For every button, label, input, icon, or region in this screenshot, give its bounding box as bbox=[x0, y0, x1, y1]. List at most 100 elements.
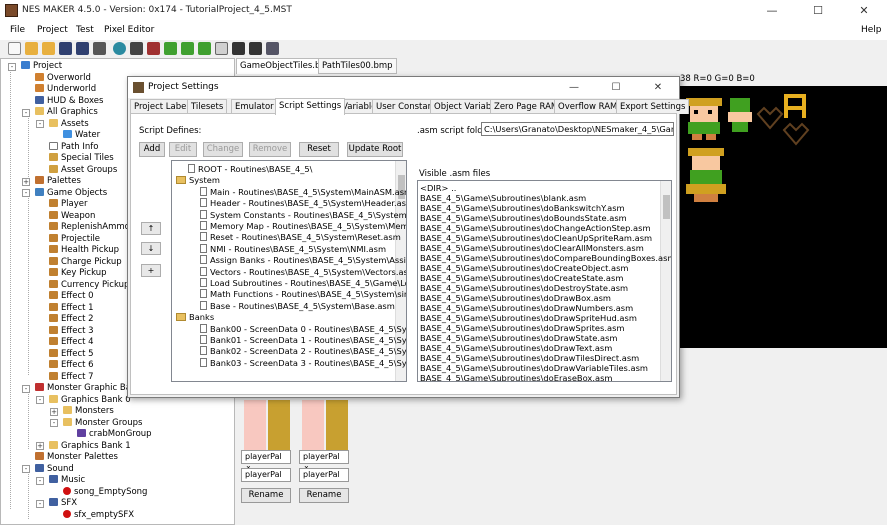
asm-file-item[interactable]: BASE_4_5\Game\Subroutines\doClearAllMons… bbox=[420, 243, 644, 253]
palette-name-2[interactable]: playerPal bbox=[299, 468, 349, 482]
green-tool2-icon[interactable] bbox=[181, 42, 194, 55]
tree-item[interactable]: Asset Groups bbox=[49, 164, 117, 176]
tree-item[interactable]: Health Pickup bbox=[49, 245, 119, 256]
script-entry[interactable]: Load Subroutines - Routines\BASE_4_5\Gam… bbox=[200, 278, 406, 289]
tab-emulator[interactable]: Emulator bbox=[231, 99, 278, 114]
tree-item[interactable]: Effect 6 bbox=[49, 360, 94, 371]
maximize-button[interactable]: ☐ bbox=[795, 0, 841, 22]
move-down-button[interactable]: ↓ bbox=[141, 242, 161, 255]
asm-file-item[interactable]: BASE_4_5\Game\Subroutines\doDrawNumbers.… bbox=[420, 303, 633, 313]
tree-expander[interactable]: - bbox=[8, 62, 16, 71]
tree-item[interactable]: Effect 7 bbox=[49, 371, 94, 383]
tree-item[interactable]: Effect 0 bbox=[49, 291, 94, 302]
rename-button-2[interactable]: Rename bbox=[299, 488, 349, 503]
tree-item[interactable]: Graphics Bank 0 bbox=[49, 394, 131, 406]
tree-item[interactable]: Effect 4 bbox=[49, 337, 94, 348]
script-entry[interactable]: Bank01 - ScreenData 1 - Routines\BASE_4_… bbox=[200, 335, 406, 346]
asm-file-item[interactable]: BASE_4_5\Game\Subroutines\doDrawState.as… bbox=[420, 333, 618, 343]
tree-expander[interactable]: + bbox=[36, 442, 44, 450]
script-entry[interactable]: Main - Routines\BASE_4_5\System\MainASM.… bbox=[200, 186, 406, 198]
tree-item[interactable]: crabMonGroup bbox=[77, 429, 152, 440]
world-icon[interactable] bbox=[113, 42, 126, 55]
menu-help[interactable]: Help bbox=[861, 25, 882, 35]
asm-file-item[interactable]: BASE_4_5\Game\Subroutines\doBoundsState.… bbox=[420, 213, 627, 223]
menu-pixel-editor[interactable]: Pixel Editor bbox=[104, 25, 154, 35]
tab-pathtiles[interactable]: PathTiles00.bmp bbox=[318, 58, 397, 74]
tree-item[interactable]: Key Pickup bbox=[49, 268, 107, 279]
tree-expander[interactable]: - bbox=[36, 396, 44, 404]
script-entry[interactable]: Base - Routines\BASE_4_5\System\Base.asm bbox=[200, 300, 395, 312]
tree-item[interactable]: Effect 1 bbox=[49, 302, 94, 314]
tree-item[interactable]: Monster Groups bbox=[63, 417, 142, 429]
edit-button[interactable]: Edit bbox=[169, 142, 197, 157]
tree-item[interactable]: HUD & Boxes bbox=[35, 95, 103, 107]
tree-item[interactable]: Charge Pickup bbox=[49, 256, 122, 268]
script-entry[interactable]: NMI - Routines\BASE_4_5\System\NMI.asm bbox=[200, 243, 386, 255]
script-folder[interactable]: System bbox=[176, 175, 220, 186]
tree-expander[interactable]: - bbox=[36, 476, 44, 485]
tab-script-settings[interactable]: Script Settings bbox=[275, 98, 346, 115]
change-button[interactable]: Change bbox=[203, 142, 243, 157]
open-icon[interactable] bbox=[25, 42, 38, 55]
chip-icon[interactable] bbox=[130, 42, 143, 55]
asm-file-item[interactable]: BASE_4_5\Game\Subroutines\doCompareBound… bbox=[420, 253, 671, 263]
asm-file-item[interactable]: BASE_4_5\Game\Subroutines\blank.asm bbox=[420, 193, 586, 203]
asm-file-item[interactable]: BASE_4_5\Game\Subroutines\doEraseBox.asm bbox=[420, 373, 612, 381]
tree-item[interactable]: SFX bbox=[49, 498, 77, 509]
add-child-button[interactable]: + bbox=[141, 264, 161, 277]
tree-expander[interactable]: + bbox=[22, 177, 30, 186]
tree-item[interactable]: ReplenishAmmo bbox=[49, 222, 130, 233]
tree-item[interactable]: Path Info bbox=[49, 141, 98, 153]
asm-file-item[interactable]: BASE_4_5\Game\Subroutines\doDrawVariable… bbox=[420, 363, 648, 373]
palette-select-2[interactable]: playerPal ⌄ bbox=[299, 450, 349, 470]
tab-tilesets[interactable]: Tilesets bbox=[187, 99, 228, 114]
update-root-button[interactable]: Update Root bbox=[347, 142, 403, 157]
asm-file-item[interactable]: <DIR> .. bbox=[420, 183, 456, 193]
tree-item[interactable]: Monster Palettes bbox=[35, 452, 118, 463]
tree-item[interactable]: sfx_emptySFX bbox=[63, 509, 134, 521]
tree-item[interactable]: Music bbox=[49, 475, 85, 486]
save-all-icon[interactable] bbox=[76, 42, 89, 55]
script-entry[interactable]: Reset - Routines\BASE_4_5\System\Reset.a… bbox=[200, 232, 401, 243]
tree-item[interactable]: Water bbox=[63, 130, 100, 141]
asm-file-item[interactable]: BASE_4_5\Game\Subroutines\doCreateObject… bbox=[420, 263, 628, 273]
asm-file-item[interactable]: BASE_4_5\Game\Subroutines\doDrawText.asm bbox=[420, 343, 612, 353]
tree-item[interactable]: Underworld bbox=[35, 84, 96, 95]
asm-file-item[interactable]: BASE_4_5\Game\Subroutines\doDrawBox.asm bbox=[420, 293, 611, 303]
tree-expander[interactable]: - bbox=[22, 465, 30, 473]
asm-file-item[interactable]: BASE_4_5\Game\Subroutines\doCreateState.… bbox=[420, 273, 623, 283]
tree-item[interactable]: Assets bbox=[49, 118, 89, 130]
sprite-canvas[interactable] bbox=[680, 86, 887, 348]
script-folder[interactable]: Banks bbox=[176, 312, 214, 323]
tree-item[interactable]: song_EmptySong bbox=[63, 486, 147, 498]
build-icon[interactable] bbox=[93, 42, 106, 55]
palette-select-1[interactable]: playerPal ⌄ bbox=[241, 450, 291, 470]
script-entry[interactable]: Bank00 - ScreenData 0 - Routines\BASE_4_… bbox=[200, 323, 406, 335]
dialog-minimize-button[interactable]: — bbox=[553, 77, 595, 98]
tree-expander[interactable]: - bbox=[36, 120, 44, 128]
tree-expander[interactable]: + bbox=[50, 407, 58, 416]
gear-icon[interactable] bbox=[147, 42, 160, 55]
minimize-button[interactable]: — bbox=[749, 0, 795, 22]
script-entry[interactable]: ROOT - Routines\BASE_4_5\ bbox=[188, 164, 312, 175]
script-entry[interactable]: Bank02 - ScreenData 2 - Routines\BASE_4_… bbox=[200, 346, 406, 357]
tab-overflow-ram[interactable]: Overflow RAM bbox=[554, 99, 622, 114]
tree-expander[interactable]: - bbox=[22, 384, 30, 393]
script-entry[interactable]: System Constants - Routines\BASE_4_5\Sys… bbox=[200, 209, 406, 221]
tree-item[interactable]: Currency Pickup bbox=[49, 279, 129, 291]
menu-test[interactable]: Test bbox=[76, 25, 94, 35]
tree-expander[interactable]: - bbox=[22, 189, 30, 197]
tree-expander[interactable]: - bbox=[50, 419, 58, 427]
palette-swatch-pink[interactable] bbox=[244, 400, 266, 450]
save-icon[interactable] bbox=[59, 42, 72, 55]
export-icon[interactable] bbox=[266, 42, 279, 55]
rename-button-1[interactable]: Rename bbox=[241, 488, 291, 503]
tree-item[interactable]: Special Tiles bbox=[49, 153, 114, 164]
monitor-icon[interactable] bbox=[232, 42, 245, 55]
asm-file-item[interactable]: BASE_4_5\Game\Subroutines\doChangeAction… bbox=[420, 223, 651, 233]
tree-item[interactable]: Effect 2 bbox=[49, 314, 94, 325]
asm-file-item[interactable]: BASE_4_5\Game\Subroutines\doDestroyState… bbox=[420, 283, 628, 293]
dialog-maximize-button[interactable]: ☐ bbox=[595, 77, 637, 98]
tree-item[interactable]: Overworld bbox=[35, 72, 91, 84]
script-entry[interactable]: Header - Routines\BASE_4_5\System\Header… bbox=[200, 198, 406, 209]
